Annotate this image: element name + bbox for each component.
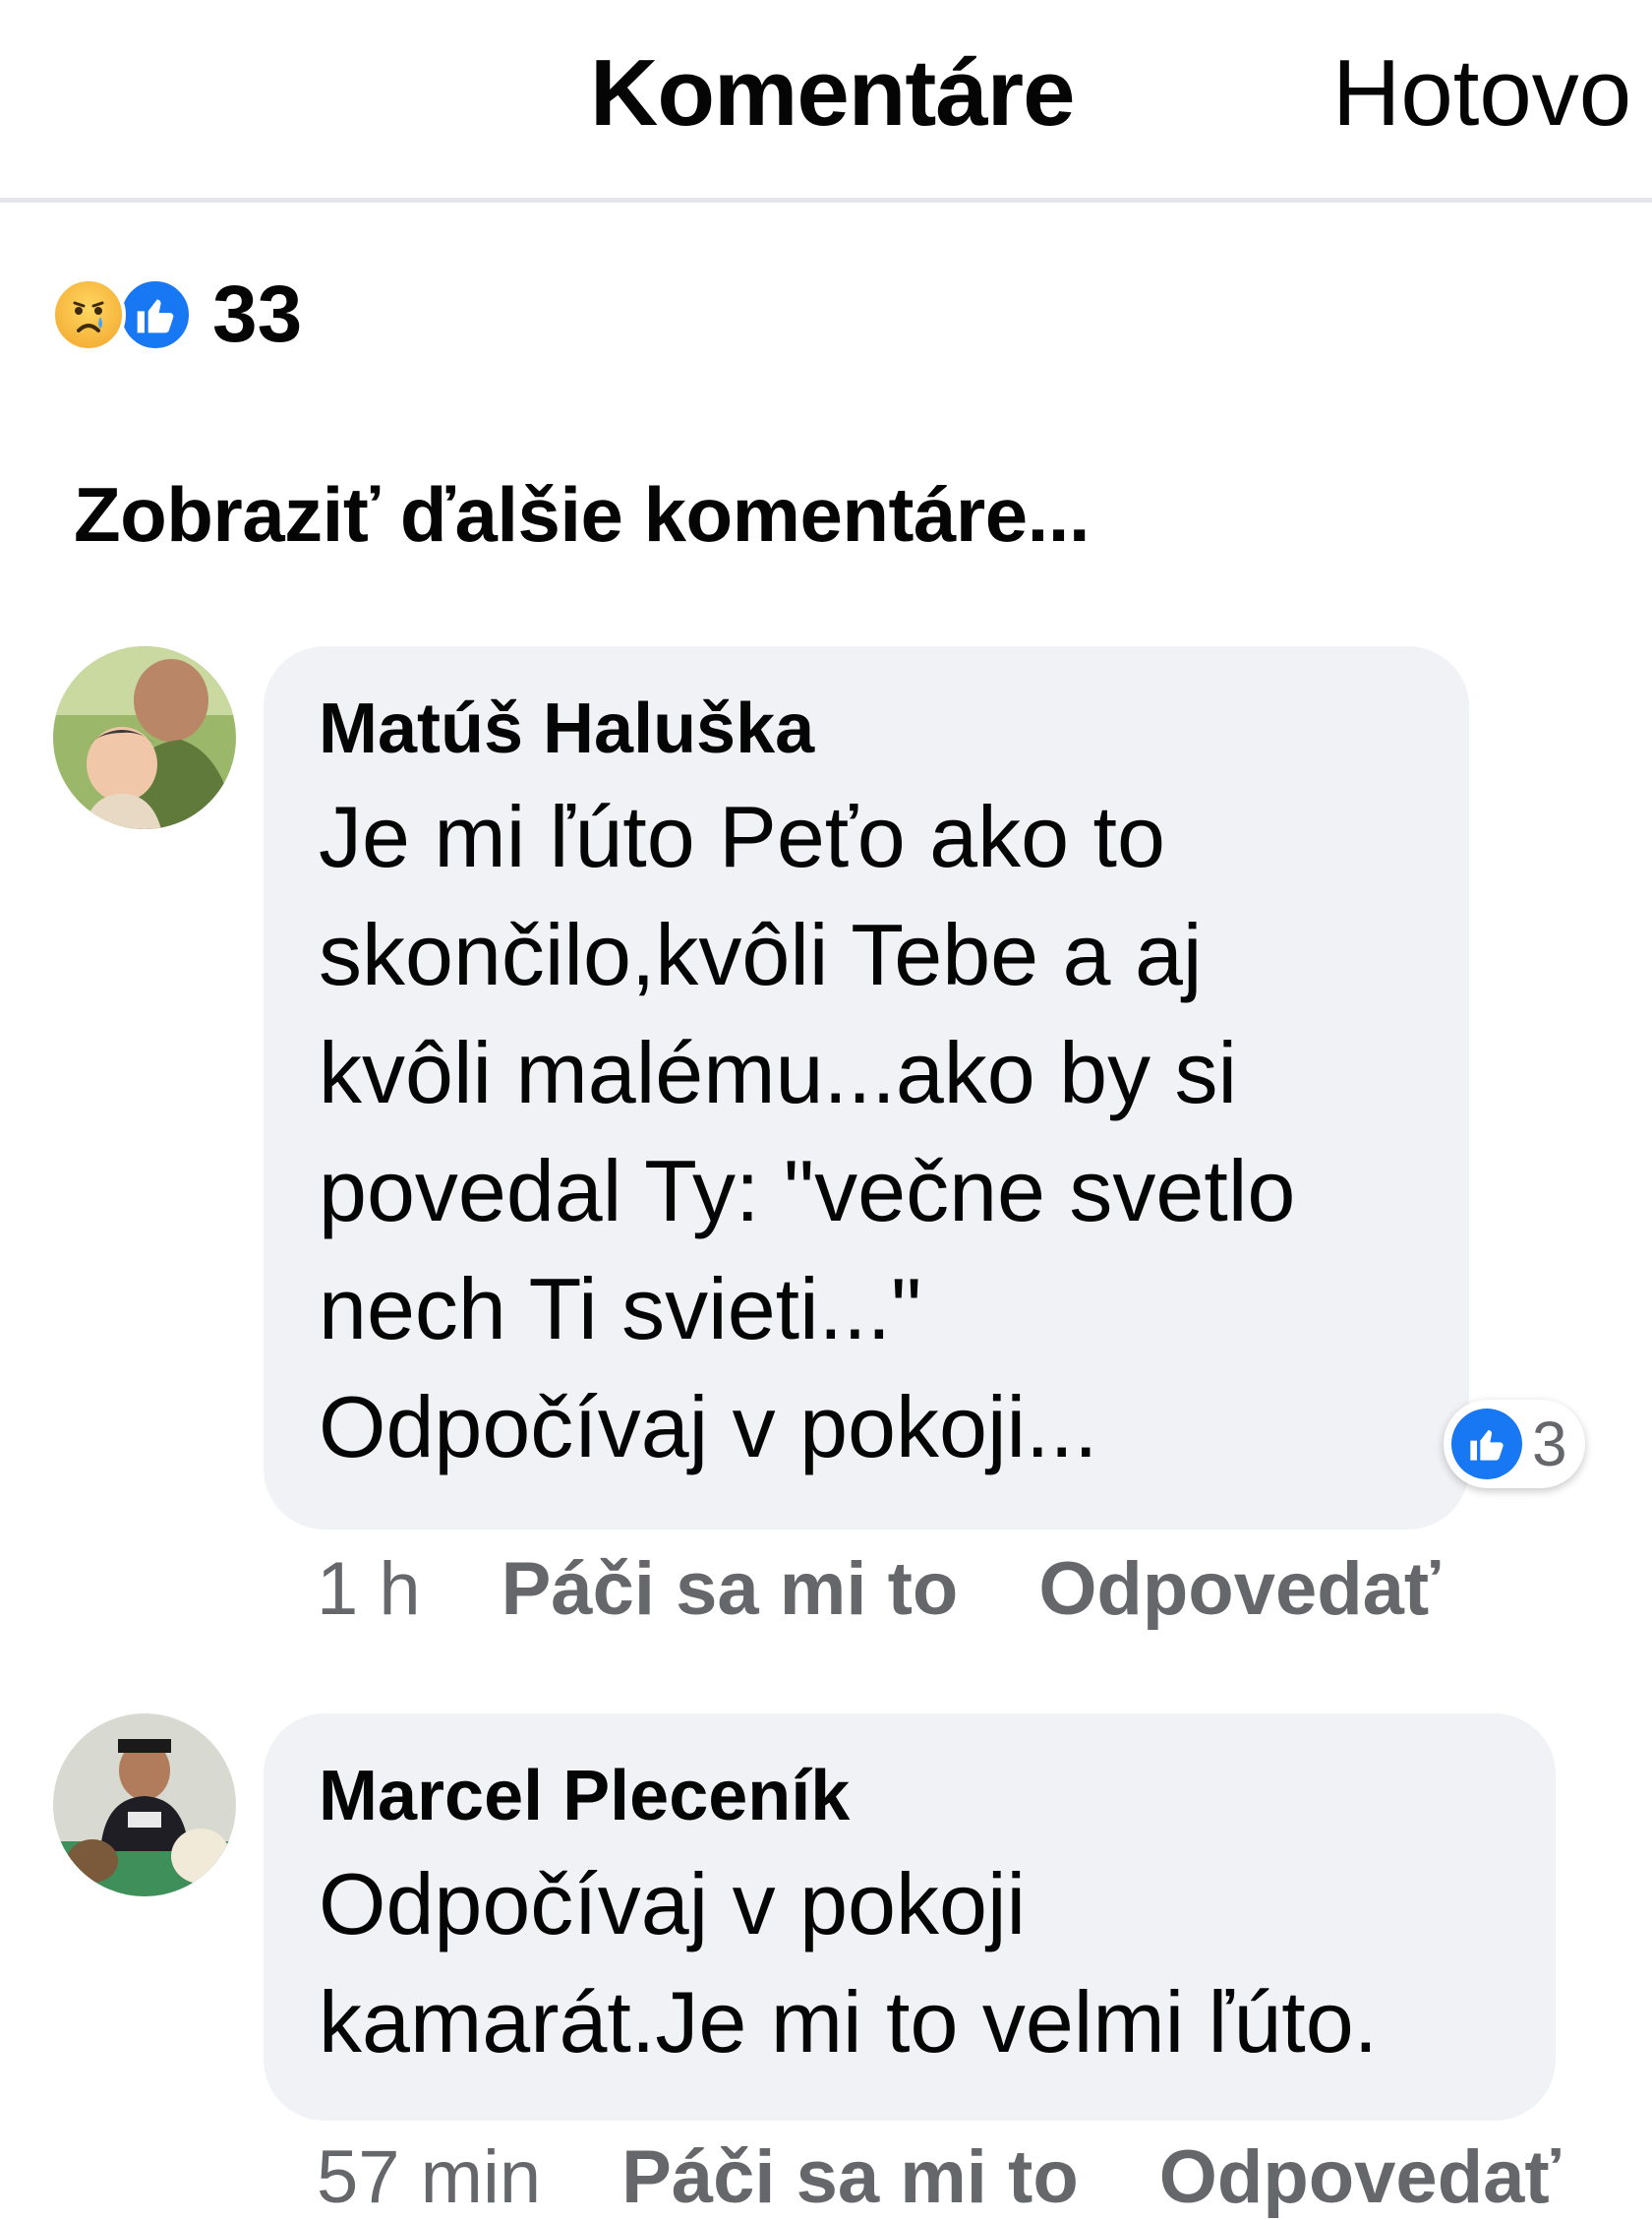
comment-time: 1 h xyxy=(317,1547,421,1631)
comment-text: Je mi ľúto Peťo ako to skončilo,kvôli Te… xyxy=(319,788,1296,1475)
comment-time: 57 min xyxy=(317,2135,542,2219)
comment-like-badge[interactable]: 3 xyxy=(1444,1400,1585,1488)
like-action-button[interactable]: Páči sa mi to xyxy=(502,1546,959,1632)
comment-meta: 57 min Páči sa mi to Odpovedať xyxy=(317,2134,1641,2220)
thumbs-up-icon xyxy=(118,277,193,352)
comment-text: Odpočívaj v pokoji kamarát.Je mi to velm… xyxy=(319,1855,1379,2070)
comment-like-count: 3 xyxy=(1532,1409,1567,1479)
thumbs-up-icon xyxy=(1451,1409,1522,1479)
comments-header: Komentáre Hotovo xyxy=(0,0,1652,203)
comment-bubble: Matúš Haluška Je mi ľúto Peťo ako to sko… xyxy=(264,646,1469,1530)
reaction-summary[interactable]: 33 xyxy=(51,270,302,359)
show-more-comments-link[interactable]: Zobraziť ďalšie komentáre... xyxy=(74,470,1091,560)
comment-bubble: Marcel Pleceník Odpočívaj v pokoji kamar… xyxy=(264,1713,1556,2121)
reply-action-button[interactable]: Odpovedať xyxy=(1159,2134,1561,2220)
avatar[interactable] xyxy=(53,1713,236,1896)
comment-author[interactable]: Matúš Haluška xyxy=(319,693,1469,764)
avatar[interactable] xyxy=(53,646,236,829)
like-action-button[interactable]: Páči sa mi to xyxy=(621,2134,1079,2220)
page-title: Komentáre xyxy=(590,40,1075,146)
comment-meta: 1 h Páči sa mi to Odpovedať xyxy=(317,1546,1520,1632)
reaction-count: 33 xyxy=(212,270,303,359)
reply-action-button[interactable]: Odpovedať xyxy=(1038,1546,1440,1632)
sad-face-icon xyxy=(51,277,126,352)
done-button[interactable]: Hotovo xyxy=(1332,39,1631,148)
comment-author[interactable]: Marcel Pleceník xyxy=(319,1761,1556,1831)
